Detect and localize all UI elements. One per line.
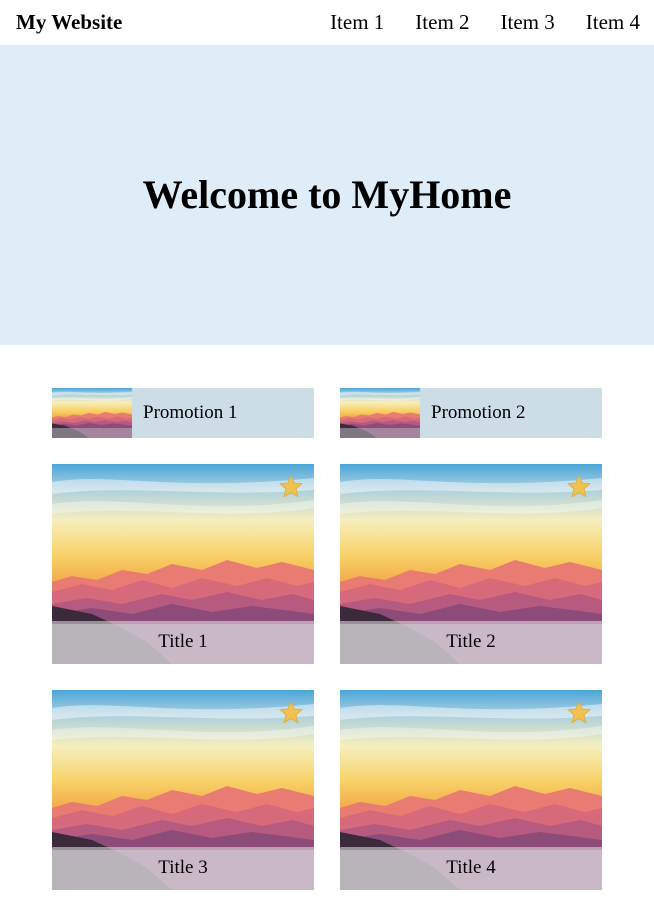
card-caption: Title 2	[340, 621, 602, 664]
star-icon[interactable]	[278, 700, 304, 726]
star-icon[interactable]	[566, 700, 592, 726]
promotion-thumbnail	[52, 388, 132, 438]
content-card-1[interactable]: Title 1	[52, 464, 314, 664]
nav-item-3[interactable]: Item 3	[501, 9, 555, 35]
hero-banner: Welcome to MyHome	[0, 45, 654, 345]
promotion-label: Promotion 1	[143, 402, 238, 423]
nav-item-1[interactable]: Item 1	[330, 9, 384, 35]
star-icon[interactable]	[566, 474, 592, 500]
star-icon[interactable]	[278, 474, 304, 500]
nav-menu: Item 1 Item 2 Item 3 Item 4	[330, 9, 640, 35]
card-caption: Title 4	[340, 847, 602, 890]
card-caption: Title 3	[52, 847, 314, 890]
card-title: Title 2	[446, 631, 496, 652]
nav-item-4[interactable]: Item 4	[586, 9, 640, 35]
content-card-3[interactable]: Title 3	[52, 690, 314, 890]
top-navbar: My Website Item 1 Item 2 Item 3 Item 4	[0, 0, 654, 45]
promotion-thumbnail	[340, 388, 420, 438]
content-card-2[interactable]: Title 2	[340, 464, 602, 664]
sunset-mountains-thumbnail-icon	[340, 388, 420, 438]
card-title: Title 1	[158, 631, 208, 652]
site-brand[interactable]: My Website	[16, 9, 122, 35]
sunset-mountains-thumbnail-icon	[52, 388, 132, 438]
card-title: Title 3	[158, 857, 208, 878]
promotion-label: Promotion 2	[431, 402, 526, 423]
nav-item-2[interactable]: Item 2	[415, 9, 469, 35]
hero-title: Welcome to MyHome	[142, 172, 512, 217]
promotion-card-1[interactable]: Promotion 1	[52, 388, 314, 438]
card-caption: Title 1	[52, 621, 314, 664]
promotion-card-2[interactable]: Promotion 2	[340, 388, 602, 438]
content-card-4[interactable]: Title 4	[340, 690, 602, 890]
card-title: Title 4	[446, 857, 496, 878]
